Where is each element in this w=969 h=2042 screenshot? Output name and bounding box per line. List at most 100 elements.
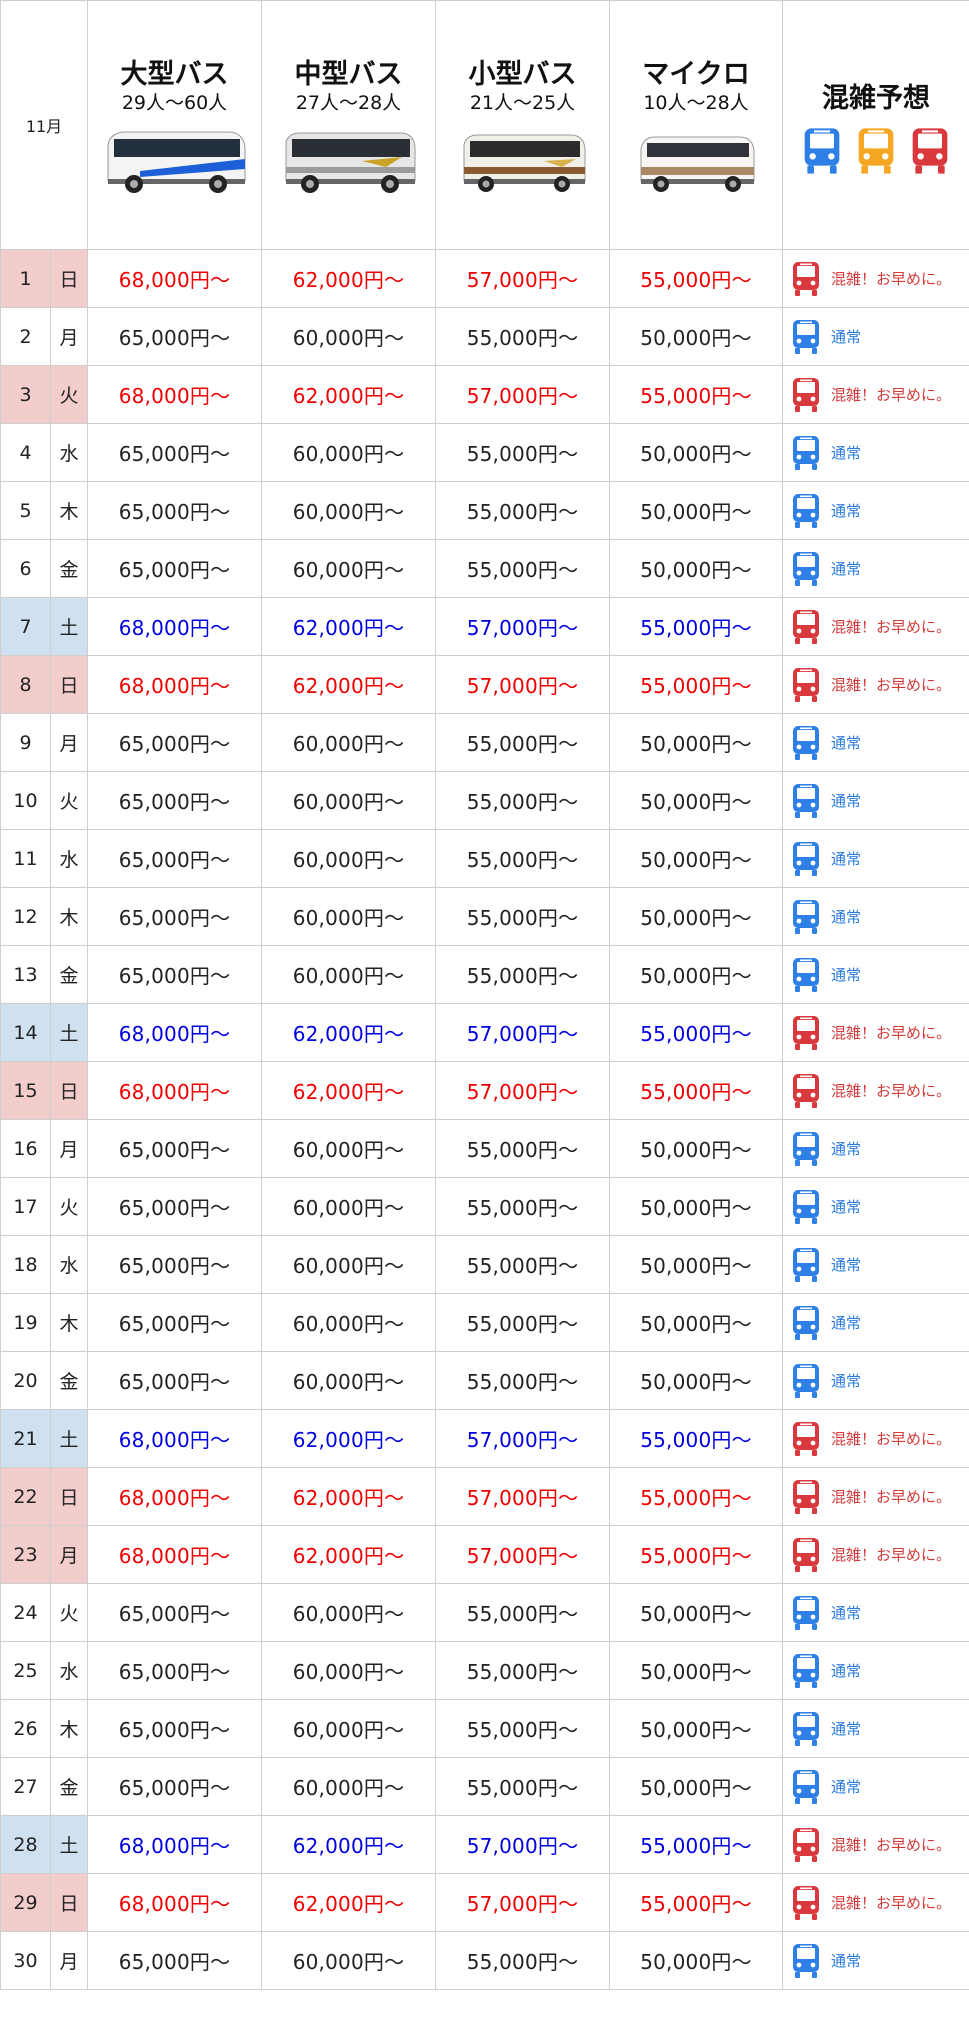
- price-cell: 55,000円〜: [610, 1062, 783, 1120]
- price-value: 68,000円〜: [118, 1544, 231, 1568]
- price-value: 50,000円〜: [640, 326, 752, 350]
- price-value: 55,000円〜: [466, 906, 579, 930]
- weekday: 金: [59, 1777, 79, 1799]
- congestion-status-cell: 通常: [783, 772, 969, 830]
- price-cell: 68,000円〜: [88, 1816, 262, 1874]
- bus-capacity: 21人〜25人: [469, 92, 576, 114]
- day-number: 8: [19, 673, 32, 696]
- weekday: 水: [59, 1255, 79, 1277]
- price-value: 57,000円〜: [466, 1544, 579, 1568]
- day-number: 23: [13, 1543, 38, 1566]
- day-number-cell: 17: [1, 1178, 51, 1236]
- price-cell: 62,000円〜: [262, 1062, 436, 1120]
- price-value: 57,000円〜: [466, 1892, 579, 1916]
- price-cell: 55,000円〜: [436, 1584, 610, 1642]
- price-value: 57,000円〜: [466, 268, 579, 292]
- price-value: 62,000円〜: [292, 1544, 405, 1568]
- congestion-header: 混雑予想: [783, 1, 969, 250]
- small-bus-image: [463, 134, 585, 192]
- bus-icon-blue: [793, 1943, 819, 1978]
- price-cell: 65,000円〜: [88, 1584, 262, 1642]
- congestion-status-cell: 通常: [783, 482, 969, 540]
- day-number: 27: [13, 1775, 38, 1798]
- weekday-cell: 金: [51, 1352, 88, 1410]
- congestion-status-cell: 通常: [783, 540, 969, 598]
- price-value: 55,000円〜: [640, 1022, 752, 1046]
- price-cell: 65,000円〜: [88, 772, 262, 830]
- price-cell: 60,000円〜: [262, 714, 436, 772]
- congestion-status-cell: 混雑！お早めに。: [783, 598, 969, 656]
- day-number-cell: 7: [1, 598, 51, 656]
- congestion-status-label: 通常: [831, 1662, 862, 1680]
- price-value: 62,000円〜: [292, 1428, 405, 1452]
- price-value: 60,000円〜: [292, 1718, 405, 1742]
- price-cell: 60,000円〜: [262, 946, 436, 1004]
- price-value: 65,000円〜: [118, 732, 231, 756]
- price-cell: 57,000円〜: [436, 1004, 610, 1062]
- bus-header-large: 大型バス 29人〜60人: [88, 1, 262, 250]
- price-cell: 62,000円〜: [262, 250, 436, 308]
- price-cell: 57,000円〜: [436, 656, 610, 714]
- day-number-cell: 10: [1, 772, 51, 830]
- price-value: 50,000円〜: [640, 1370, 752, 1394]
- price-value: 65,000円〜: [118, 964, 231, 988]
- bus-capacity: 10人〜28人: [643, 92, 749, 114]
- price-value: 60,000円〜: [292, 1950, 405, 1974]
- weekday-cell: 金: [51, 1758, 88, 1816]
- price-cell: 55,000円〜: [610, 1526, 783, 1584]
- bus-icon-blue: [793, 783, 819, 818]
- price-value: 65,000円〜: [118, 906, 231, 930]
- day-number-cell: 18: [1, 1236, 51, 1294]
- bus-icon-red: [793, 261, 819, 296]
- price-value: 50,000円〜: [640, 1950, 752, 1974]
- price-value: 68,000円〜: [118, 1080, 231, 1104]
- price-value: 60,000円〜: [292, 848, 405, 872]
- price-cell: 50,000円〜: [610, 482, 783, 540]
- price-value: 65,000円〜: [118, 1312, 231, 1336]
- price-cell: 55,000円〜: [436, 540, 610, 598]
- price-cell: 55,000円〜: [436, 772, 610, 830]
- price-cell: 65,000円〜: [88, 308, 262, 366]
- day-number: 25: [13, 1659, 38, 1682]
- congestion-status-label: 通常: [831, 792, 862, 810]
- congestion-status-label: 混雑！お早めに。: [831, 1488, 952, 1506]
- congestion-status-label: 混雑！お早めに。: [831, 1430, 952, 1448]
- price-value: 60,000円〜: [292, 732, 405, 756]
- congestion-status-label: 通常: [831, 1372, 862, 1390]
- price-cell: 57,000円〜: [436, 1468, 610, 1526]
- congestion-status-cell: 混雑！お早めに。: [783, 1004, 969, 1062]
- price-value: 68,000円〜: [118, 1834, 231, 1858]
- bus-icon-red: [793, 1421, 819, 1456]
- congestion-status-cell: 通常: [783, 1352, 969, 1410]
- price-value: 55,000円〜: [640, 1892, 752, 1916]
- bus-icon-red: [793, 1479, 819, 1514]
- price-value: 60,000円〜: [292, 906, 405, 930]
- price-value: 65,000円〜: [118, 1196, 231, 1220]
- congestion-status-cell: 通常: [783, 308, 969, 366]
- bus-name: 大型バス: [120, 59, 229, 90]
- price-value: 55,000円〜: [466, 1312, 579, 1336]
- day-number-cell: 4: [1, 424, 51, 482]
- weekday: 月: [59, 327, 79, 349]
- day-number-cell: 20: [1, 1352, 51, 1410]
- day-number: 24: [13, 1601, 38, 1624]
- weekday-cell: 木: [51, 482, 88, 540]
- congestion-status-label: 通常: [831, 850, 862, 868]
- price-cell: 62,000円〜: [262, 1526, 436, 1584]
- price-value: 60,000円〜: [292, 1660, 405, 1684]
- price-cell: 62,000円〜: [262, 366, 436, 424]
- price-cell: 50,000円〜: [610, 1700, 783, 1758]
- weekday-cell: 水: [51, 1642, 88, 1700]
- price-cell: 50,000円〜: [610, 830, 783, 888]
- price-value: 65,000円〜: [118, 1602, 231, 1626]
- bus-capacity: 27人〜28人: [295, 92, 402, 114]
- congestion-status-label: 通常: [831, 734, 862, 752]
- price-cell: 62,000円〜: [262, 1410, 436, 1468]
- price-value: 55,000円〜: [640, 674, 752, 698]
- day-number-cell: 29: [1, 1874, 51, 1932]
- day-number-cell: 26: [1, 1700, 51, 1758]
- day-number-cell: 5: [1, 482, 51, 540]
- price-value: 65,000円〜: [118, 1776, 231, 1800]
- price-cell: 62,000円〜: [262, 598, 436, 656]
- price-value: 62,000円〜: [292, 674, 405, 698]
